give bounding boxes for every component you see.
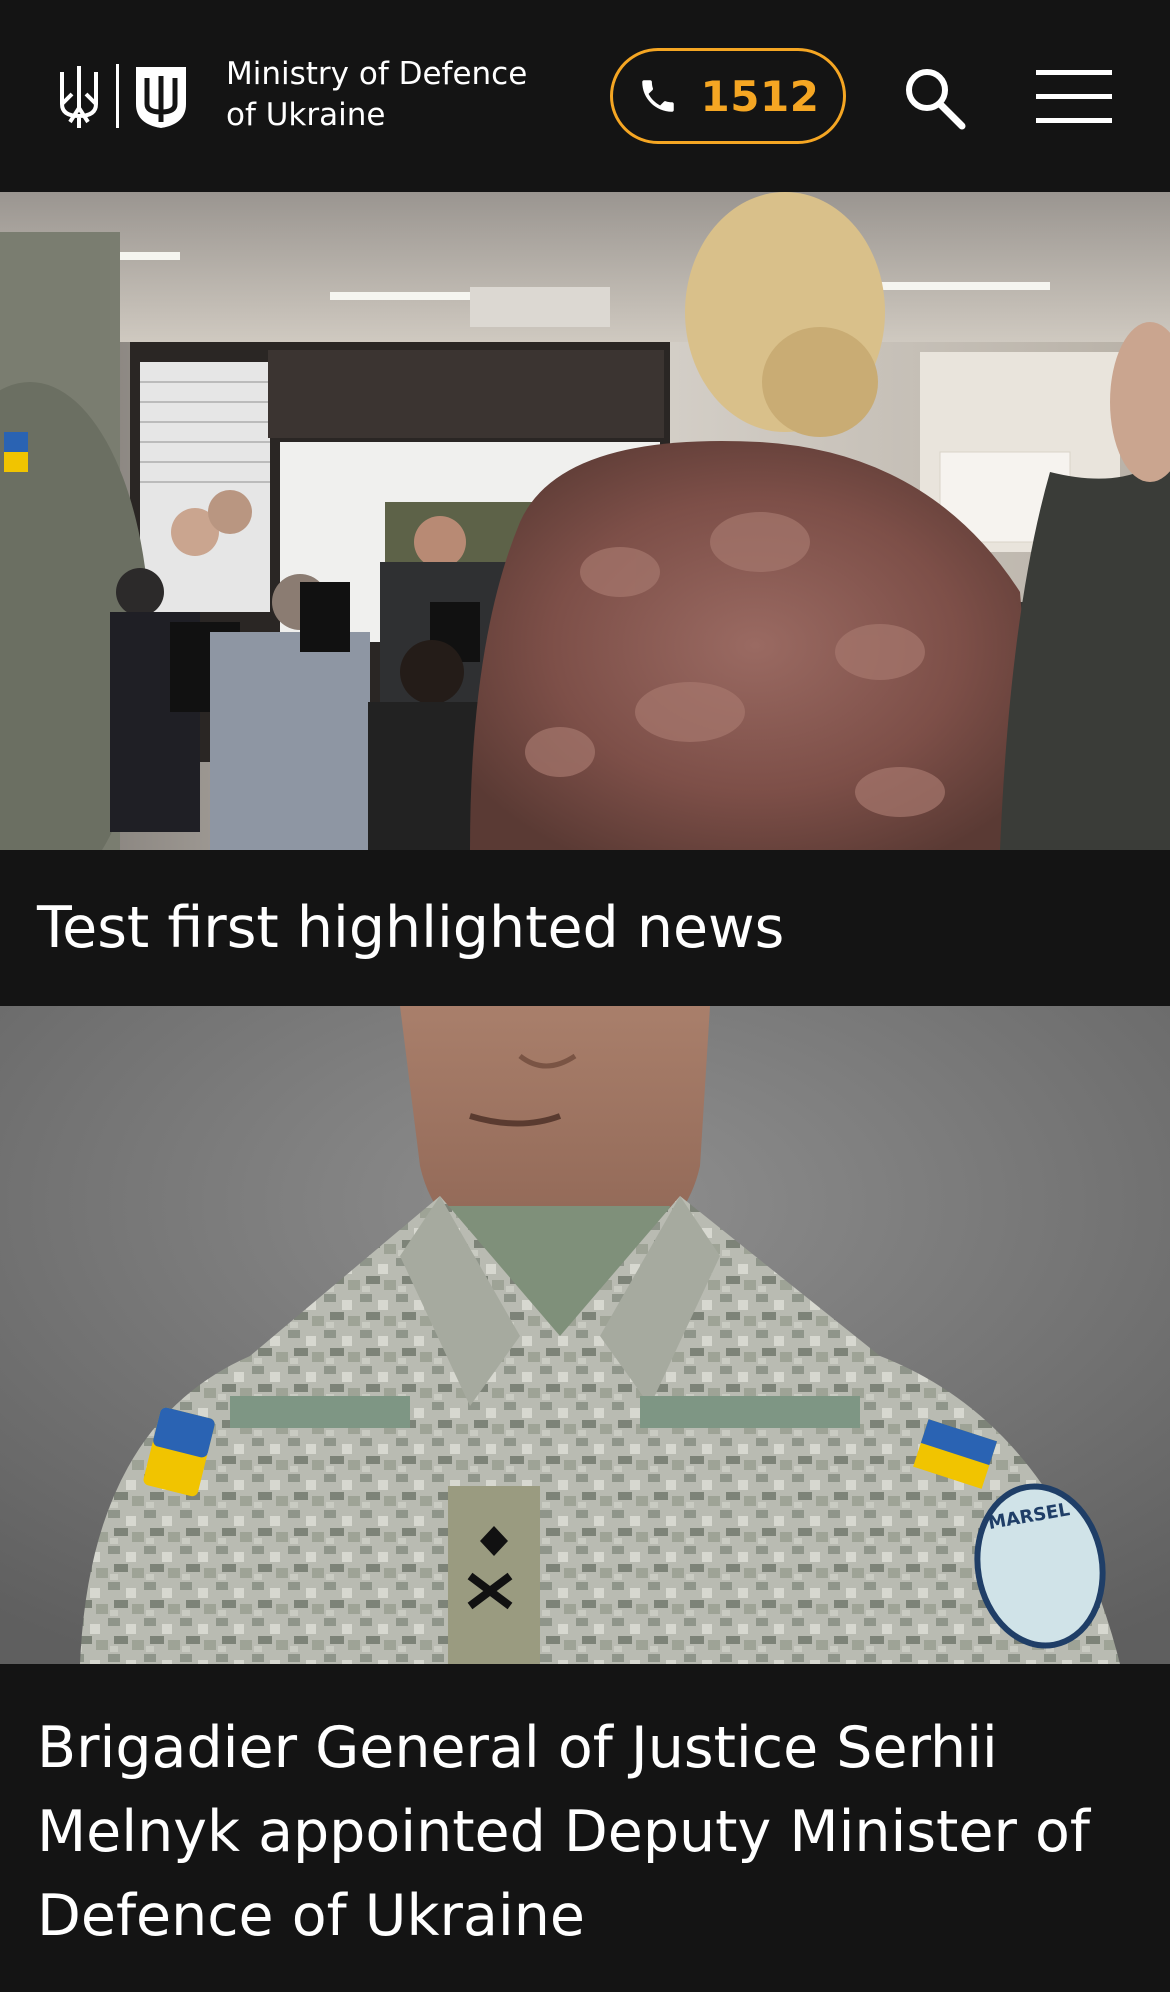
hotline-number: 1512 — [700, 71, 820, 121]
logo-divider — [116, 64, 119, 128]
site-title-line-2: of Ukraine — [226, 97, 386, 133]
search-icon[interactable] — [900, 64, 970, 130]
news-photo-recruiting-center — [0, 192, 1170, 850]
news-title[interactable]: Brigadier General of Justice Serhii Meln… — [37, 1706, 1130, 1958]
news-photo-serhii-melnyk: MARSEL — [0, 1006, 1170, 1664]
hotline-button[interactable]: 1512 — [610, 48, 846, 144]
site-title: Ministry of Defence of Ukraine — [226, 54, 527, 136]
site-title-line-1: Ministry of Defence — [226, 56, 528, 92]
hamburger-menu-icon[interactable] — [1036, 66, 1112, 126]
phone-icon — [641, 80, 674, 112]
news-card[interactable]: Test first highlighted news — [0, 192, 1170, 1006]
site-header: Ministry of Defence of Ukraine 1512 — [0, 0, 1170, 192]
trident-icon — [60, 66, 98, 128]
shield-emblem-icon — [136, 67, 186, 128]
news-card[interactable]: MARSEL Brigadier General of Justice Serh… — [0, 1006, 1170, 1992]
news-title[interactable]: Test first highlighted news — [37, 892, 1130, 964]
